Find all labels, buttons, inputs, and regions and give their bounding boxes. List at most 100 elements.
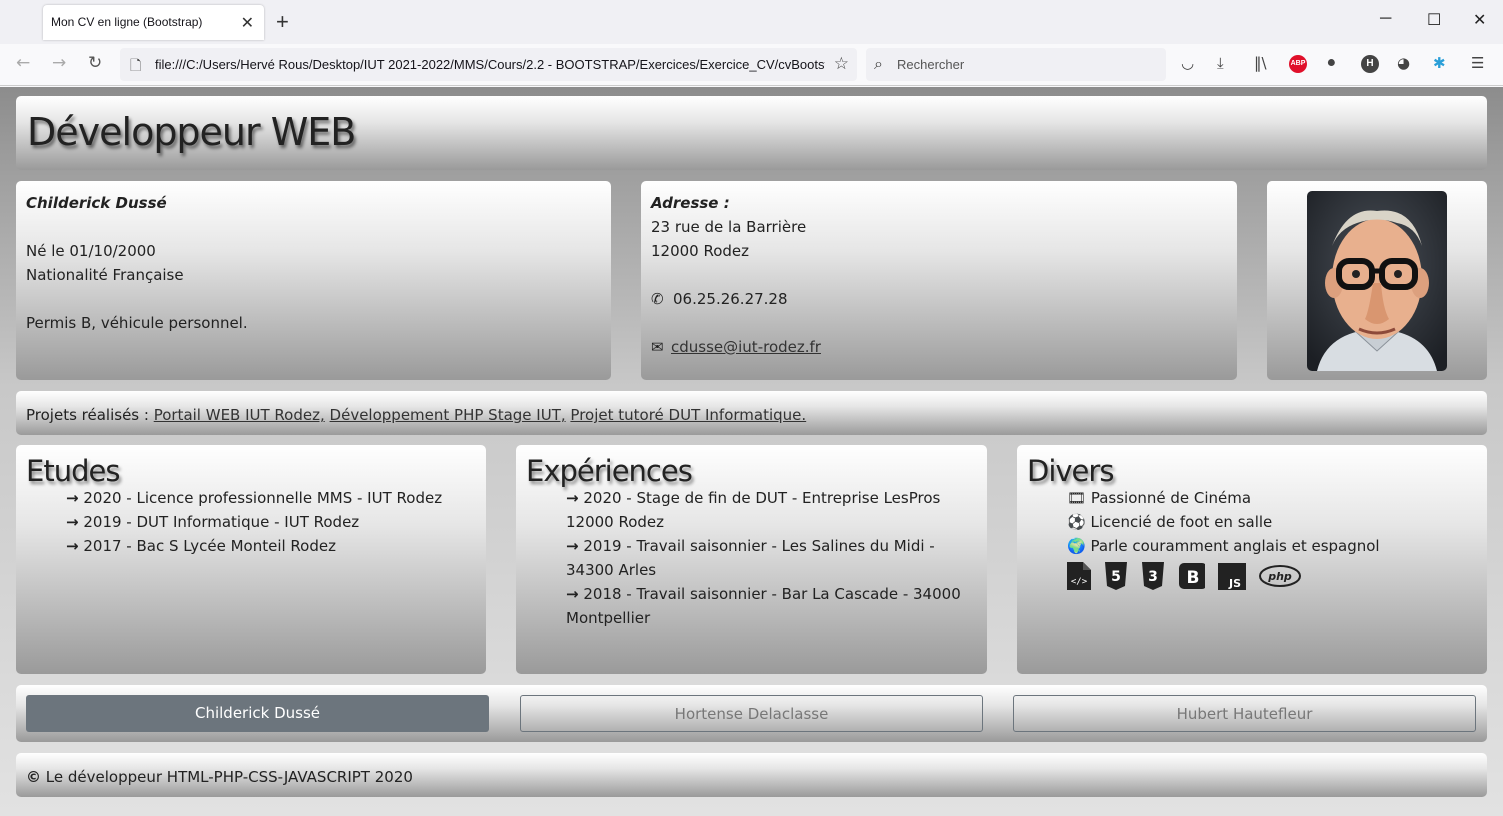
list-item: → 2020 - Licence professionnelle MMS - I… bbox=[66, 486, 476, 510]
project-link-php[interactable]: Développement PHP Stage IUT, bbox=[330, 406, 566, 424]
profile-photo bbox=[1307, 191, 1447, 371]
experiences-title: Expériences bbox=[526, 454, 693, 488]
svg-text:JS: JS bbox=[1228, 577, 1241, 590]
experience-text: 2019 - Travail saisonnier - Les Salines … bbox=[566, 537, 935, 579]
footer: © Le développeur HTML-PHP-CSS-JAVASCRIPT… bbox=[16, 753, 1487, 797]
colorful-extension-icon[interactable]: ✱ bbox=[1433, 54, 1446, 72]
film-icon: 🎞 bbox=[1067, 489, 1087, 507]
birth-date: Né le 01/10/2000 bbox=[26, 242, 156, 260]
browser-tab[interactable]: Mon CV en ligne (Bootstrap) ✕ bbox=[43, 5, 264, 40]
person-name: Childerick Dussé bbox=[26, 194, 167, 212]
project-link-portail[interactable]: Portail WEB IUT Rodez, bbox=[154, 406, 325, 424]
arrow-right-icon: → bbox=[66, 537, 79, 555]
soccer-ball-icon: ⚽ bbox=[1067, 513, 1086, 531]
svg-text:5: 5 bbox=[1111, 569, 1121, 585]
nationality: Nationalité Française bbox=[26, 266, 184, 284]
page-viewport: Développeur WEB Childerick Dussé Né le 0… bbox=[0, 87, 1503, 816]
project-link-tutore[interactable]: Projet tutoré DUT Informatique. bbox=[570, 406, 806, 424]
etude-text: 2017 - Bac S Lycée Monteil Rodez bbox=[83, 537, 336, 555]
new-tab-button[interactable]: + bbox=[276, 9, 289, 35]
arrow-right-icon: → bbox=[66, 513, 79, 531]
svg-text:php: php bbox=[1267, 570, 1292, 583]
arrow-right-icon: → bbox=[566, 585, 579, 603]
list-item: → 2019 - Travail saisonnier - Les Saline… bbox=[566, 534, 977, 582]
search-bar[interactable]: ⌕ Rechercher bbox=[866, 48, 1166, 81]
footer-text: Le développeur HTML-PHP-CSS-JAVASCRIPT 2… bbox=[45, 768, 413, 786]
profile-buttons-bar: Childerick Dussé Hortense Delaclasse Hub… bbox=[16, 685, 1487, 742]
cookie-extension-icon[interactable]: ◕ bbox=[1397, 54, 1410, 72]
menu-icon[interactable]: ☰ bbox=[1471, 54, 1484, 72]
svg-text:</>: </> bbox=[1071, 577, 1088, 587]
envelope-icon: ✉ bbox=[651, 338, 664, 356]
phone-number: 06.25.26.27.28 bbox=[673, 290, 788, 308]
list-item: → 2017 - Bac S Lycée Monteil Rodez bbox=[66, 534, 476, 558]
extension-dots-icon[interactable]: ⚫ bbox=[1325, 54, 1338, 72]
divers-list: 🎞 Passionné de Cinéma ⚽ Licencié de foot… bbox=[1027, 486, 1477, 590]
etudes-card: Etudes → 2020 - Licence professionnelle … bbox=[16, 445, 486, 674]
email-line: ✉ cdusse@iut-rodez.fr bbox=[651, 335, 1227, 359]
url-bar[interactable]: 🗋 file:///C:/Users/Hervé Rous/Desktop/IU… bbox=[120, 48, 857, 81]
arrow-right-icon: → bbox=[66, 489, 79, 507]
svg-text:3: 3 bbox=[1148, 569, 1158, 585]
list-item: → 2019 - DUT Informatique - IUT Rodez bbox=[66, 510, 476, 534]
search-input[interactable]: Rechercher bbox=[897, 57, 964, 72]
phone-icon: ✆ bbox=[651, 290, 664, 308]
profile-button-hubert[interactable]: Hubert Hautefleur bbox=[1013, 695, 1476, 732]
file-page-icon: 🗋 bbox=[130, 58, 142, 74]
address-street: 23 rue de la Barrière bbox=[651, 218, 807, 236]
list-item: ⚽ Licencié de foot en salle bbox=[1067, 510, 1477, 534]
arrow-right-icon: → bbox=[566, 537, 579, 555]
css3-icon: 3 bbox=[1141, 562, 1164, 590]
list-item: → 2020 - Stage de fin de DUT - Entrepris… bbox=[566, 486, 977, 534]
bootstrap-icon: B bbox=[1179, 563, 1206, 589]
etudes-list: → 2020 - Licence professionnelle MMS - I… bbox=[26, 486, 476, 558]
url-text[interactable]: file:///C:/Users/Hervé Rous/Desktop/IUT … bbox=[155, 57, 825, 72]
profile-button-hortense[interactable]: Hortense Delaclasse bbox=[520, 695, 983, 732]
forward-arrow-icon[interactable]: → bbox=[52, 53, 66, 73]
divers-text: Passionné de Cinéma bbox=[1090, 489, 1252, 507]
maximize-window-icon[interactable]: ☐ bbox=[1427, 10, 1441, 30]
close-window-icon[interactable]: ✕ bbox=[1473, 10, 1486, 30]
copyright-icon: © bbox=[26, 768, 41, 786]
minimize-window-icon[interactable]: ─ bbox=[1380, 10, 1391, 28]
tech-icons-row: </> 5 3 B JS php bbox=[1067, 562, 1477, 590]
download-icon[interactable]: ⤓ bbox=[1217, 54, 1224, 72]
code-file-icon: </> bbox=[1067, 562, 1091, 590]
divers-title: Divers bbox=[1027, 454, 1114, 488]
list-item: 🎞 Passionné de Cinéma bbox=[1067, 486, 1477, 510]
search-icon: ⌕ bbox=[874, 54, 883, 73]
tab-title: Mon CV en ligne (Bootstrap) bbox=[51, 15, 203, 29]
bookmark-star-icon[interactable]: ☆ bbox=[834, 54, 849, 74]
browser-nav-bar: ← → ↻ 🗋 file:///C:/Users/Hervé Rous/Desk… bbox=[0, 44, 1503, 86]
etude-text: 2020 - Licence professionnelle MMS - IUT… bbox=[83, 489, 443, 507]
projects-label: Projets réalisés : bbox=[26, 406, 154, 424]
photo-card bbox=[1267, 181, 1487, 380]
etudes-title: Etudes bbox=[26, 454, 120, 488]
experiences-card: Expériences → 2020 - Stage de fin de DUT… bbox=[516, 445, 987, 674]
profile-button-childerick[interactable]: Childerick Dussé bbox=[26, 695, 489, 732]
browser-tab-bar: Mon CV en ligne (Bootstrap) ✕ + ─ ☐ ✕ bbox=[0, 0, 1503, 44]
h-extension-icon[interactable]: H bbox=[1361, 55, 1379, 73]
pocket-icon[interactable]: ◡ bbox=[1181, 54, 1194, 72]
email-link[interactable]: cdusse@iut-rodez.fr bbox=[671, 338, 821, 356]
phone-line: ✆ 06.25.26.27.28 bbox=[651, 287, 1227, 311]
library-icon[interactable]: ‖\ bbox=[1254, 54, 1267, 72]
identity-card: Childerick Dussé Né le 01/10/2000 Nation… bbox=[16, 181, 611, 380]
list-item: → 2018 - Travail saisonnier - Bar La Cas… bbox=[566, 582, 977, 630]
close-tab-icon[interactable]: ✕ bbox=[241, 13, 254, 32]
divers-card: Divers 🎞 Passionné de Cinéma ⚽ Licencié … bbox=[1017, 445, 1487, 674]
experience-text: 2018 - Travail saisonnier - Bar La Casca… bbox=[566, 585, 961, 627]
arrow-right-icon: → bbox=[566, 489, 579, 507]
experiences-list: → 2020 - Stage de fin de DUT - Entrepris… bbox=[526, 486, 977, 630]
svg-text:B: B bbox=[1187, 568, 1200, 588]
address-city: 12000 Rodez bbox=[651, 242, 750, 260]
divers-text: Licencié de foot en salle bbox=[1090, 513, 1273, 531]
adblock-icon[interactable]: ABP bbox=[1289, 55, 1307, 73]
globe-icon: 🌍 bbox=[1067, 537, 1086, 555]
divers-text: Parle couramment anglais et espagnol bbox=[1090, 537, 1380, 555]
reload-icon[interactable]: ↻ bbox=[88, 53, 102, 73]
page-title: Développeur WEB bbox=[27, 110, 356, 154]
address-label: Adresse : bbox=[651, 194, 730, 212]
back-arrow-icon[interactable]: ← bbox=[16, 53, 30, 73]
address-card: Adresse : 23 rue de la Barrière 12000 Ro… bbox=[641, 181, 1237, 380]
